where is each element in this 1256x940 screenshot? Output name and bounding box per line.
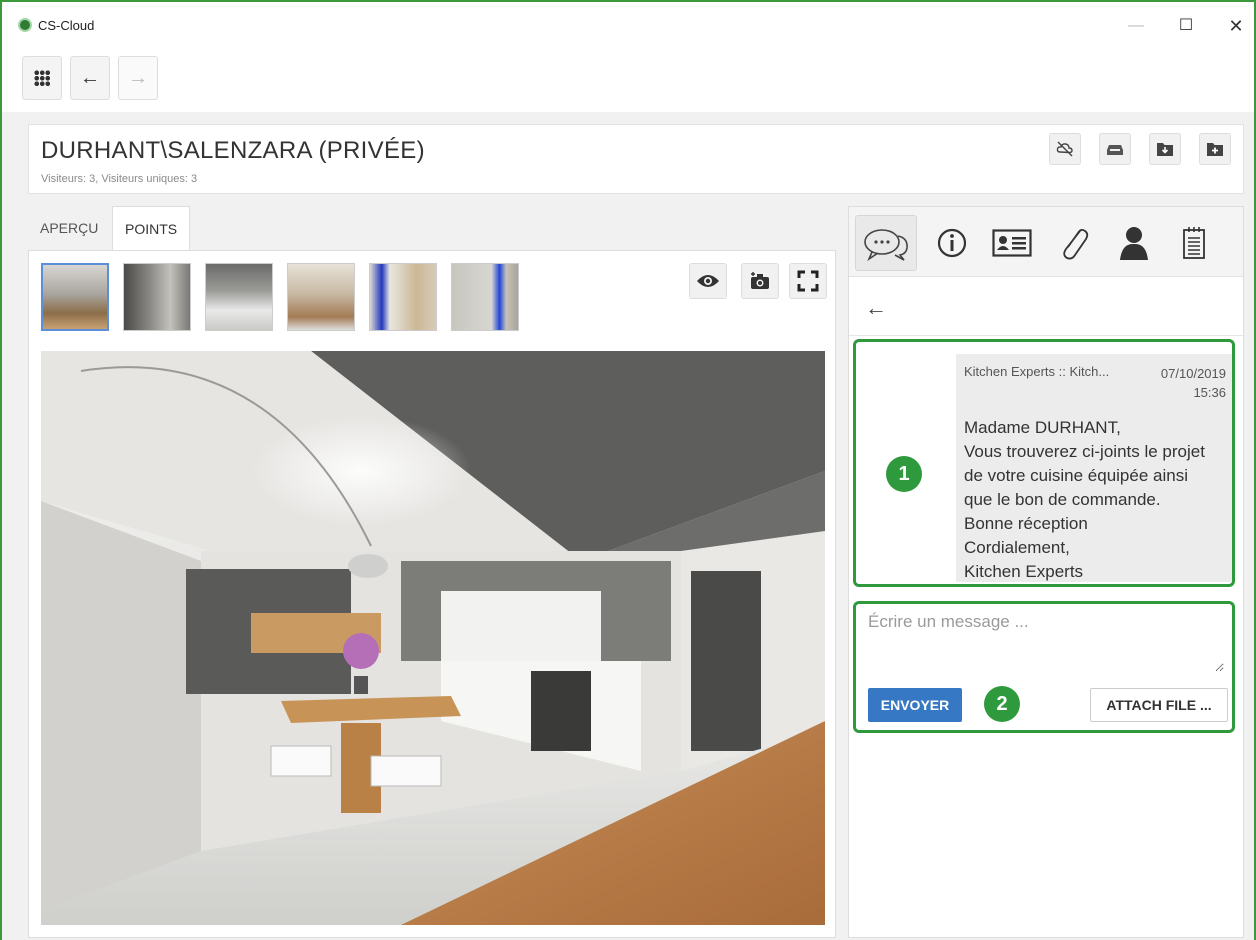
user-icon bbox=[1120, 227, 1148, 260]
message-line: que le bon de commande. bbox=[964, 490, 1161, 509]
add-snapshot-button[interactable] bbox=[741, 263, 779, 299]
info-icon bbox=[937, 228, 967, 258]
chat-icon bbox=[864, 229, 908, 262]
compose-highlight-frame: ENVOYER 2 ATTACH FILE ... bbox=[853, 601, 1235, 733]
tab-user[interactable] bbox=[1103, 215, 1165, 271]
message-date: 07/10/2019 bbox=[1160, 366, 1226, 381]
app-window: CS-Cloud — ☐ ✕ ← → DURHANT\SALENZARA (PR… bbox=[0, 0, 1256, 940]
message-line: Vous trouverez ci-joints le projet bbox=[964, 442, 1205, 461]
camera-add-icon bbox=[751, 272, 769, 289]
paperclip-icon bbox=[1063, 228, 1089, 260]
kitchen-render-image bbox=[41, 351, 825, 925]
add-folder-icon bbox=[1207, 143, 1223, 156]
inbox-icon bbox=[1107, 145, 1123, 155]
viewpoint-viewer bbox=[28, 250, 836, 938]
viewpoint-thumbnail[interactable] bbox=[369, 263, 437, 331]
eye-icon bbox=[697, 275, 719, 287]
message-timestamp: 07/10/2019 15:36 bbox=[1161, 364, 1226, 402]
kitchen-render-illustration bbox=[41, 351, 825, 925]
visitor-stats: Visiteurs: 3, Visiteurs uniques: 3 bbox=[41, 173, 198, 185]
message-line: Madame DURHANT, bbox=[964, 418, 1121, 437]
download-folder-icon bbox=[1157, 143, 1173, 156]
attach-file-button[interactable]: ATTACH FILE ... bbox=[1090, 688, 1228, 722]
message-sender: Kitchen Experts :: Kitch... bbox=[964, 364, 1110, 379]
notepad-icon bbox=[1183, 227, 1205, 259]
cloud-off-icon bbox=[1056, 141, 1073, 157]
cs-cloud-logo-icon bbox=[18, 18, 32, 32]
download-folder-button[interactable] bbox=[1149, 133, 1181, 165]
message-bubble: Kitchen Experts :: Kitch... 07/10/2019 1… bbox=[956, 354, 1232, 582]
preview-panel: APERÇU POINTS DE VUE bbox=[28, 206, 836, 938]
message-line: Bonne réception bbox=[964, 514, 1088, 533]
page-title: DURHANT\SALENZARA (PRIVÉE) bbox=[41, 137, 425, 164]
fullscreen-button[interactable] bbox=[789, 263, 827, 299]
message-line: Kitchen Experts bbox=[964, 562, 1084, 581]
tab-notes[interactable] bbox=[1163, 215, 1225, 271]
app-title: CS-Cloud bbox=[38, 18, 95, 33]
close-button[interactable]: ✕ bbox=[1222, 14, 1250, 38]
message-line: Cordialement, bbox=[964, 538, 1070, 557]
side-panel: ← 1 Kitchen Experts :: Kitch... 07/10/20… bbox=[848, 206, 1244, 938]
divider bbox=[849, 335, 1243, 336]
maximize-button[interactable]: ☐ bbox=[1172, 14, 1200, 38]
message-line: de votre cuisine équipée ainsi bbox=[964, 466, 1188, 485]
tab-apercu[interactable]: APERÇU bbox=[28, 206, 110, 250]
back-button[interactable]: ← bbox=[70, 56, 110, 100]
viewpoint-thumbnail[interactable] bbox=[451, 263, 519, 331]
tab-info[interactable] bbox=[921, 215, 983, 271]
view-button[interactable] bbox=[689, 263, 727, 299]
viewpoint-thumbnail[interactable] bbox=[287, 263, 355, 331]
side-panel-tabs bbox=[849, 207, 1243, 277]
title-bar: CS-Cloud — ☐ ✕ bbox=[2, 2, 1254, 46]
message-input[interactable] bbox=[868, 612, 1224, 672]
tab-messages[interactable] bbox=[855, 215, 917, 271]
back-to-list-button[interactable]: ← bbox=[865, 295, 887, 321]
message-time: 15:36 bbox=[1193, 385, 1226, 400]
inbox-button[interactable] bbox=[1099, 133, 1131, 165]
message-highlight-frame: 1 Kitchen Experts :: Kitch... 07/10/2019… bbox=[853, 339, 1235, 587]
viewpoint-thumbnail[interactable] bbox=[41, 263, 109, 331]
viewpoint-thumbnail[interactable] bbox=[205, 263, 273, 331]
apps-grid-icon bbox=[34, 70, 50, 86]
minimize-button[interactable]: — bbox=[1122, 14, 1150, 38]
callout-badge-2: 2 bbox=[984, 686, 1020, 722]
apps-menu-button[interactable] bbox=[22, 56, 62, 100]
tab-points-de-vue[interactable]: POINTS DE VUE bbox=[112, 206, 191, 281]
forward-button[interactable]: → bbox=[118, 56, 158, 100]
project-header: DURHANT\SALENZARA (PRIVÉE) Visiteurs: 3,… bbox=[28, 124, 1244, 194]
tab-attachments[interactable] bbox=[1043, 215, 1105, 271]
callout-badge-1: 1 bbox=[886, 456, 922, 492]
toolbar: ← → bbox=[2, 46, 1254, 112]
fullscreen-icon bbox=[797, 270, 819, 292]
viewpoint-thumbnail[interactable] bbox=[123, 263, 191, 331]
send-button[interactable]: ENVOYER bbox=[868, 688, 962, 722]
add-folder-button[interactable] bbox=[1199, 133, 1231, 165]
tab-contact[interactable] bbox=[981, 215, 1043, 271]
contact-card-icon bbox=[992, 229, 1032, 257]
cloud-off-button[interactable] bbox=[1049, 133, 1081, 165]
